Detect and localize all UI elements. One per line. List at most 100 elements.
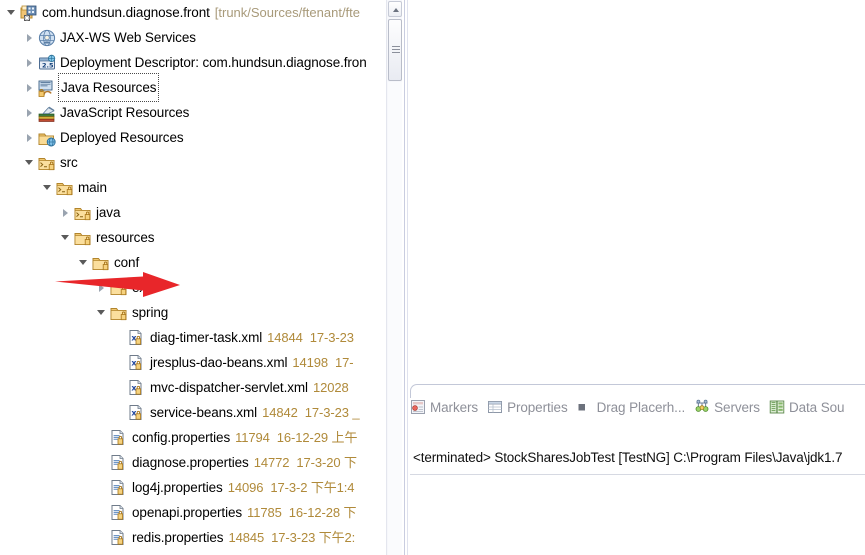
eclipse-ide-window: com.hundsun.diagnose.front [trunk/Sources…	[0, 0, 865, 555]
view-tab-markers[interactable]: Markers	[410, 394, 478, 420]
tree-item-label: java	[96, 205, 121, 220]
folder-icon	[74, 229, 92, 247]
tree-row[interactable]: src	[0, 150, 386, 175]
markers-icon	[410, 399, 426, 415]
tree-row-text: openapi.properties	[132, 500, 242, 525]
tree-item-label: redis.properties	[132, 530, 224, 545]
tree-item-label: com.hundsun.diagnose.front	[42, 5, 210, 20]
tree-row[interactable]: Java Resources	[0, 73, 386, 102]
source-folder-icon	[74, 204, 92, 222]
view-tab-drag-placerh[interactable]: Drag Placerh...	[577, 394, 685, 420]
tree-item-label: diag-timer-task.xml	[150, 330, 263, 345]
chevron-right-icon[interactable]	[22, 50, 38, 75]
properties-icon	[487, 399, 503, 415]
chevron-right-icon[interactable]	[22, 100, 38, 125]
tree-item-revision: 11794	[235, 430, 270, 445]
tree-item-label: jresplus-dao-beans.xml	[150, 355, 288, 370]
tree-item-timestamp: 16-12-29 下午	[278, 550, 359, 555]
tree-row[interactable]: JAX-WS Web Services	[0, 25, 386, 50]
editor-and-console-area: Markers Properties Drag Placerh... Servers D…	[410, 0, 865, 555]
xml-file-icon: x	[128, 404, 146, 422]
tree-row-text: log4j.properties	[132, 475, 223, 500]
tree-row[interactable]: Deployed Resources	[0, 125, 386, 150]
tree-row[interactable]: log4j.properties 14096 17-3-2 下午1:4	[0, 475, 386, 500]
tree-row-text: server.properties	[132, 550, 231, 555]
properties-file-icon	[110, 454, 128, 472]
tree-row[interactable]: x mvc-dispatcher-servlet.xml 12028	[0, 375, 386, 400]
view-tab-label: Markers	[430, 399, 479, 415]
tree-item-label: Deployment Descriptor: com.hundsun.diagn…	[60, 55, 367, 70]
chevron-down-icon[interactable]	[94, 300, 110, 325]
tree-row-text: service-beans.xml	[150, 400, 257, 425]
chevron-right-icon[interactable]	[58, 200, 74, 225]
tree-row[interactable]: main	[0, 175, 386, 200]
tree-row[interactable]: resources	[0, 225, 386, 250]
panel-divider-sash[interactable]	[402, 0, 410, 555]
deployment-descriptor-icon: 2.5	[38, 54, 56, 72]
project-icon	[20, 4, 38, 22]
tree-row-text: com.hundsun.diagnose.front [trunk/Sources…	[42, 0, 360, 25]
vertical-scrollbar[interactable]	[386, 0, 403, 555]
tree-row[interactable]: redis.properties 14845 17-3-23 下午2:	[0, 525, 386, 550]
tree-row-text: Deployed Resources	[60, 125, 184, 150]
data-source-icon	[769, 399, 785, 415]
tree-row[interactable]: x diag-timer-task.xml 14844 17-3-23	[0, 325, 386, 350]
tree-row[interactable]: com.hundsun.diagnose.front [trunk/Sources…	[0, 0, 386, 25]
chevron-right-icon[interactable]	[22, 75, 38, 100]
tree-item-label: config.properties	[132, 430, 231, 445]
javascript-resources-icon	[38, 104, 56, 122]
jaxws-icon	[38, 29, 56, 47]
tree-item-revision: 11785	[247, 505, 282, 520]
view-tab-properties[interactable]: Properties	[487, 394, 568, 420]
chevron-down-icon[interactable]	[4, 0, 20, 25]
tree-row[interactable]: server.properties 11846 16-12-29 下午	[0, 550, 386, 555]
source-folder-icon	[56, 179, 74, 197]
tree-row[interactable]: x jresplus-dao-beans.xml 14198 17-	[0, 350, 386, 375]
properties-file-icon	[110, 504, 128, 522]
chevron-right-icon[interactable]	[22, 125, 38, 150]
tree-row[interactable]: openapi.properties 11785 16-12-28 下	[0, 500, 386, 525]
chevron-right-icon[interactable]	[22, 25, 38, 50]
xml-file-icon: x	[128, 354, 146, 372]
tree-item-label: JavaScript Resources	[60, 105, 190, 120]
view-tab-bar[interactable]: Markers Properties Drag Placerh... Servers D…	[410, 392, 865, 422]
chevron-down-icon[interactable]	[22, 150, 38, 175]
tree-row[interactable]: 2.5 Deployment Descriptor: com.hundsun.di…	[0, 50, 386, 75]
tree-item-timestamp: 17-3-2 下午1:4	[270, 480, 355, 495]
tree-row-text: java	[96, 200, 120, 225]
tree-row[interactable]: java	[0, 200, 386, 225]
tree-item-timestamp: 16-12-29 上午	[276, 430, 358, 445]
tree-item-revision: 14198	[292, 355, 329, 370]
source-folder-icon	[38, 154, 56, 172]
tree-row[interactable]: x service-beans.xml 14842 17-3-23 _	[0, 400, 386, 425]
tree-row[interactable]: JavaScript Resources	[0, 100, 386, 125]
view-tab-servers[interactable]: Servers	[694, 394, 760, 420]
java-resources-icon	[38, 79, 56, 97]
console-view-panel: Markers Properties Drag Placerh... Servers D…	[410, 384, 865, 555]
tree-row-text: resources	[96, 225, 154, 250]
chevron-down-icon[interactable]	[40, 175, 56, 200]
view-tab-data-sou[interactable]: Data Sou	[769, 394, 845, 420]
tree-row[interactable]: spring	[0, 300, 386, 325]
chevron-down-icon[interactable]	[58, 225, 74, 250]
tree-item-revision: 12028	[312, 380, 349, 395]
terminated-process-label: <terminated> StockSharesJobTest [TestNG]…	[413, 450, 843, 465]
red-pointer-arrow-icon	[55, 272, 180, 297]
properties-file-icon	[110, 429, 128, 447]
tree-row[interactable]: diagnose.properties 14772 17-3-20 下	[0, 450, 386, 475]
scrollbar-thumb[interactable]	[388, 19, 402, 81]
tree-item-label: log4j.properties	[132, 480, 223, 495]
tree-item-timestamp: 17-3-20 下	[296, 455, 357, 470]
scroll-up-arrow-icon[interactable]	[388, 1, 402, 17]
tree-row-text: Java Resources	[57, 73, 160, 102]
tree-row[interactable]: config.properties 11794 16-12-29 上午	[0, 425, 386, 450]
tree-row-text: JAX-WS Web Services	[60, 25, 196, 50]
scrollbar-track[interactable]	[388, 82, 402, 555]
tree-item-label: resources	[96, 230, 155, 245]
